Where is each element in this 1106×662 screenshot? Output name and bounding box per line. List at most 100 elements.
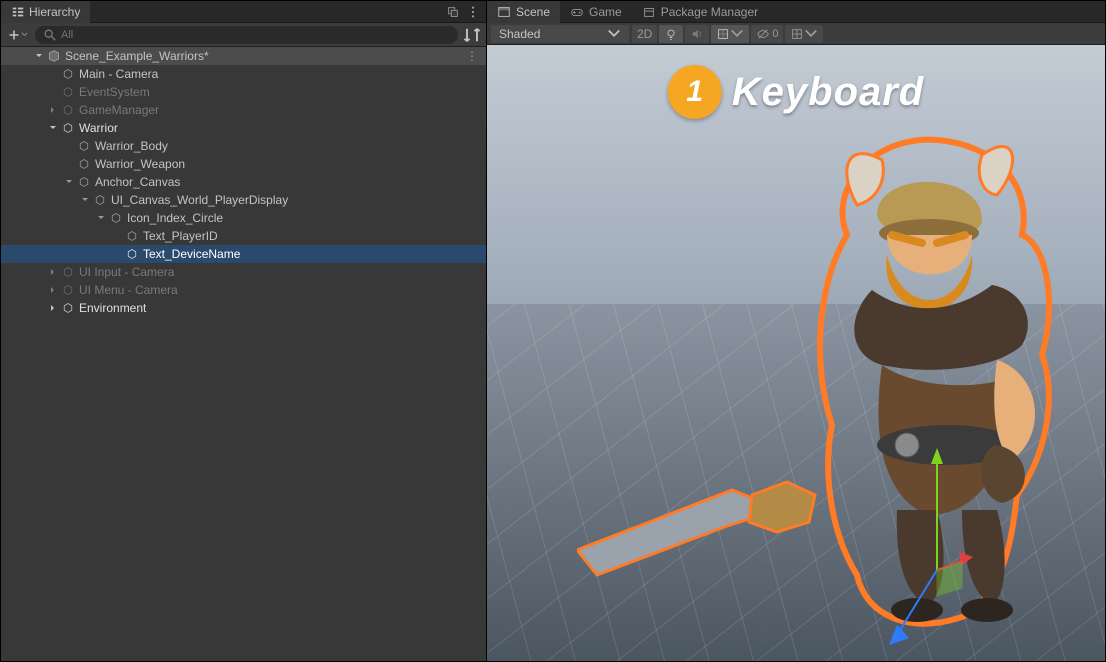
tree-item-environment[interactable]: Environment <box>1 299 486 317</box>
tree-label: Warrior_Body <box>93 139 168 153</box>
tab-hierarchy[interactable]: Hierarchy <box>1 1 90 23</box>
tab-scene-label: Scene <box>516 5 550 19</box>
create-button[interactable] <box>5 26 31 44</box>
tab-scene[interactable]: Scene <box>487 1 560 23</box>
tree-item-ui-canvas-world[interactable]: UI_Canvas_World_PlayerDisplay <box>1 191 486 209</box>
search-input-wrapper[interactable] <box>35 26 458 44</box>
tree-label: UI_Canvas_World_PlayerDisplay <box>109 193 288 207</box>
hierarchy-tabbar: Hierarchy <box>1 1 486 23</box>
grid-snap-button[interactable] <box>785 25 823 43</box>
sort-button[interactable] <box>462 26 482 44</box>
lightbulb-icon <box>664 27 678 41</box>
toggle-2d-label: 2D <box>637 27 652 41</box>
foldout-icon[interactable] <box>33 52 45 60</box>
game-icon <box>570 5 584 19</box>
gameobject-icon <box>77 157 91 171</box>
grid-icon <box>790 27 804 41</box>
scene-panel: Scene Game Package Manager Shaded 2D <box>487 1 1105 661</box>
panel-popout-icon[interactable] <box>446 5 460 19</box>
tree-item-game-manager[interactable]: GameManager <box>1 101 486 119</box>
tree-label: UI Input - Camera <box>77 265 174 279</box>
tab-hierarchy-label: Hierarchy <box>29 5 80 19</box>
gameobject-icon <box>61 103 75 117</box>
gameobject-icon <box>61 301 75 315</box>
unity-scene-icon <box>47 49 61 63</box>
gameobject-icon <box>61 121 75 135</box>
foldout-icon[interactable] <box>79 196 91 204</box>
player-display-canvas: 1 Keyboard <box>668 65 925 119</box>
gameobject-icon <box>125 247 139 261</box>
gameobject-icon <box>61 85 75 99</box>
tree-label: Warrior <box>77 121 118 135</box>
tab-package-manager[interactable]: Package Manager <box>632 1 768 23</box>
foldout-icon[interactable] <box>47 124 59 132</box>
foldout-icon[interactable] <box>63 178 75 186</box>
toggle-lighting-button[interactable] <box>659 25 683 43</box>
player-index-text: 1 <box>686 75 703 109</box>
hierarchy-tree[interactable]: Scene_Example_Warriors* ⋮ Main - Camera … <box>1 47 486 661</box>
tree-label: Icon_Index_Circle <box>125 211 223 225</box>
foldout-icon[interactable] <box>47 106 59 114</box>
hierarchy-toolbar <box>1 23 486 47</box>
tree-item-ui-input-camera[interactable]: UI Input - Camera <box>1 263 486 281</box>
search-icon <box>43 28 57 42</box>
audio-icon <box>690 27 704 41</box>
tab-game-label: Game <box>589 5 622 19</box>
tree-label: Environment <box>77 301 146 315</box>
hidden-objects-button[interactable]: 0 <box>751 25 783 43</box>
tree-item-warrior-body[interactable]: Warrior_Body <box>1 137 486 155</box>
tree-item-text-player-id[interactable]: Text_PlayerID <box>1 227 486 245</box>
tree-label: Main - Camera <box>77 67 158 81</box>
fx-icon <box>716 27 730 41</box>
draw-mode-dropdown[interactable]: Shaded <box>491 25 629 43</box>
hidden-count: 0 <box>770 28 778 40</box>
foldout-icon[interactable] <box>47 286 59 294</box>
scene-icon <box>497 5 511 19</box>
foldout-icon[interactable] <box>47 304 59 312</box>
search-input[interactable] <box>61 29 450 41</box>
package-icon <box>642 5 656 19</box>
transform-gizmo[interactable] <box>907 440 997 650</box>
chevron-down-icon <box>607 27 621 41</box>
chevron-down-icon <box>804 27 818 41</box>
foldout-icon[interactable] <box>47 268 59 276</box>
tree-label: Text_PlayerID <box>141 229 218 243</box>
player-index-badge: 1 <box>668 65 722 119</box>
scene-tabbar: Scene Game Package Manager <box>487 1 1105 23</box>
tab-package-manager-label: Package Manager <box>661 5 758 19</box>
tree-item-warrior[interactable]: Warrior <box>1 119 486 137</box>
row-menu-icon[interactable]: ⋮ <box>466 49 486 63</box>
toggle-fx-button[interactable] <box>711 25 749 43</box>
gameobject-icon <box>77 139 91 153</box>
toggle-2d-button[interactable]: 2D <box>632 25 657 43</box>
tree-item-main-camera[interactable]: Main - Camera <box>1 65 486 83</box>
toggle-audio-button[interactable] <box>685 25 709 43</box>
panel-menu-icon[interactable] <box>466 5 480 19</box>
tree-item-text-device-name[interactable]: Text_DeviceName <box>1 245 486 263</box>
tree-item-event-system[interactable]: EventSystem <box>1 83 486 101</box>
tree-item-anchor-canvas[interactable]: Anchor_Canvas <box>1 173 486 191</box>
gameobject-icon <box>77 175 91 189</box>
tree-label: GameManager <box>77 103 159 117</box>
tree-label: Text_DeviceName <box>141 247 240 261</box>
scene-root[interactable]: Scene_Example_Warriors* ⋮ <box>1 47 486 65</box>
tab-game[interactable]: Game <box>560 1 632 23</box>
tree-item-ui-menu-camera[interactable]: UI Menu - Camera <box>1 281 486 299</box>
tree-item-warrior-weapon[interactable]: Warrior_Weapon <box>1 155 486 173</box>
tree-label: Warrior_Weapon <box>93 157 185 171</box>
hierarchy-panel: Hierarchy <box>1 1 487 661</box>
tree-label: UI Menu - Camera <box>77 283 178 297</box>
tree-label: Scene_Example_Warriors* <box>63 49 209 63</box>
gameobject-icon <box>109 211 123 225</box>
gameobject-icon <box>61 67 75 81</box>
scene-viewport[interactable]: 1 Keyboard <box>487 45 1105 661</box>
tree-item-icon-index-circle[interactable]: Icon_Index_Circle <box>1 209 486 227</box>
tree-label: Anchor_Canvas <box>93 175 180 189</box>
scene-toolbar: Shaded 2D 0 <box>487 23 1105 45</box>
foldout-icon[interactable] <box>95 214 107 222</box>
device-name-text: Keyboard <box>732 70 925 115</box>
hierarchy-icon <box>11 5 25 19</box>
chevron-down-icon <box>730 27 744 41</box>
tree-label: EventSystem <box>77 85 150 99</box>
gameobject-icon <box>61 283 75 297</box>
